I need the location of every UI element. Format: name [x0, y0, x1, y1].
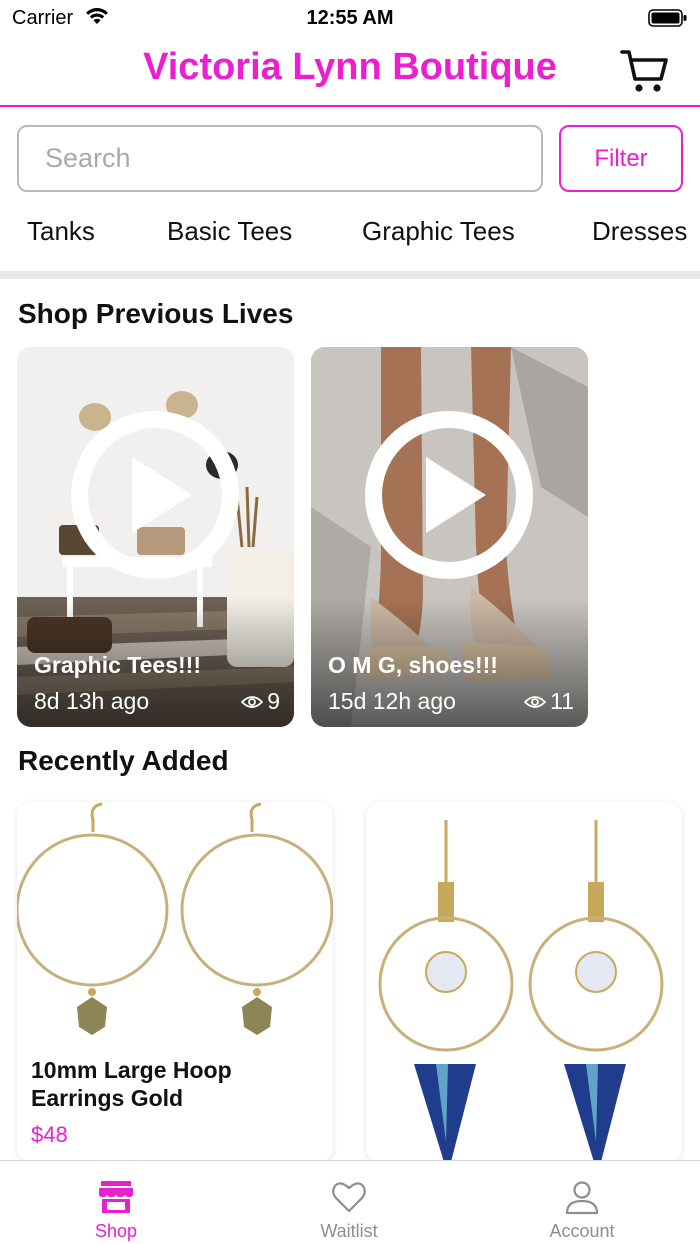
tab-label: Shop	[94, 1221, 138, 1241]
product-image	[17, 802, 333, 1052]
tab-waitlist[interactable]: Waitlist	[289, 1161, 409, 1244]
category-tabs: Tanks Basic Tees Graphic Tees Dresses	[0, 212, 700, 256]
product-image	[366, 802, 682, 1162]
product-card[interactable]	[366, 802, 682, 1162]
product-name: 10mm Large Hoop Earrings Gold	[31, 1057, 232, 1111]
cart-icon	[620, 50, 668, 92]
category-tab-graphic-tees[interactable]: Graphic Tees	[362, 216, 515, 247]
search-input[interactable]	[17, 125, 543, 192]
eye-icon	[241, 695, 264, 708]
product-price: $48	[31, 1122, 68, 1147]
product-card[interactable]: 10mm Large Hoop Earrings Gold $48	[17, 802, 333, 1162]
status-bar: Carrier 12:55 AM	[0, 0, 700, 36]
clock: 12:55 AM	[306, 7, 394, 29]
tab-account[interactable]: Account	[522, 1161, 642, 1244]
play-icon[interactable]	[71, 411, 239, 579]
live-views: 9	[241, 688, 280, 715]
live-age: 8d 13h ago	[34, 688, 150, 714]
live-views-count: 11	[550, 688, 574, 714]
live-title: O M G, shoes!!!	[328, 652, 498, 678]
app-title: Victoria Lynn Boutique	[143, 46, 557, 88]
app-header: Victoria Lynn Boutique	[0, 36, 700, 107]
live-views: 11	[524, 688, 574, 715]
live-age: 15d 12h ago	[328, 688, 456, 714]
tab-label: Waitlist	[320, 1221, 378, 1241]
recently-added-heading: Recently Added	[18, 745, 229, 776]
tab-label: Account	[549, 1221, 615, 1241]
store-icon	[99, 1181, 133, 1213]
live-card[interactable]: O M G, shoes!!! 15d 12h ago 11	[311, 347, 588, 727]
category-tab-dresses[interactable]: Dresses	[592, 216, 687, 247]
battery-icon	[648, 9, 687, 27]
eye-icon	[524, 695, 547, 708]
tab-shop[interactable]: Shop	[56, 1161, 176, 1244]
tab-bar: Shop Waitlist Account	[0, 1160, 700, 1244]
heart-icon	[332, 1182, 366, 1213]
live-views-count: 9	[267, 688, 280, 714]
live-title: Graphic Tees!!!	[34, 652, 201, 678]
section-divider	[0, 271, 700, 279]
play-icon[interactable]	[365, 411, 533, 579]
category-tab-tanks[interactable]: Tanks	[27, 216, 95, 247]
person-icon	[565, 1181, 599, 1215]
cart-button[interactable]	[620, 48, 670, 94]
live-card[interactable]: Graphic Tees!!! 8d 13h ago 9	[17, 347, 294, 727]
filter-button[interactable]: Filter	[559, 125, 683, 192]
previous-lives-heading: Shop Previous Lives	[18, 298, 294, 329]
category-tab-basic-tees[interactable]: Basic Tees	[167, 216, 292, 247]
